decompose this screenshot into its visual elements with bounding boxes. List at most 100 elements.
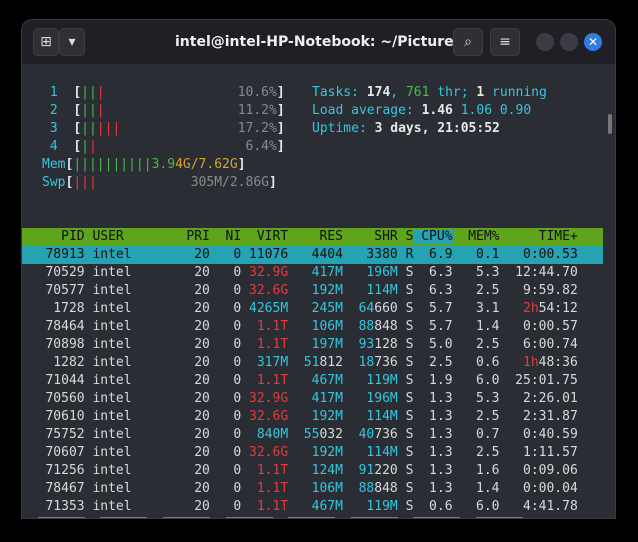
process-row[interactable]: 70577 intel 20 0 32.6G 192M 114M S 6.3 2… <box>22 282 603 300</box>
cell-cpu: 1.3 <box>413 391 453 406</box>
uptime-line: Uptime: 3 days, 21:05:52 <box>312 120 500 138</box>
cell-mem: 1.6 <box>452 463 500 478</box>
process-row[interactable]: 71353 intel 20 0 1.1T 467M 119M S 0.6 6.… <box>22 498 603 516</box>
column-header-ni[interactable]: NI <box>210 229 242 244</box>
fkey-f2: F2 <box>85 517 101 518</box>
process-row[interactable]: 70560 intel 20 0 32.9G 417M 196M S 1.3 5… <box>22 390 603 408</box>
uptime-label: Uptime: <box>312 121 375 136</box>
cell-virt: 32.6G <box>241 283 289 298</box>
cell-pri: 20 <box>139 265 210 280</box>
process-table-header[interactable]: PID USER PRI NI VIRT RES SHR S CPU% MEM%… <box>22 228 603 246</box>
cell-time: 0:09.06 <box>499 463 578 478</box>
cell-user: intel <box>84 427 140 442</box>
function-key-bar: F1Help F2Setup F3SearchF4FilterF5Tree F6… <box>22 516 603 518</box>
cell-time: 1:11.57 <box>499 445 578 460</box>
title-bar: ⊞ ▾ intel@intel-HP-Notebook: ~/Pictures … <box>22 20 615 64</box>
cell-mem-low: 220 <box>374 463 398 478</box>
window-title: intel@intel-HP-Notebook: ~/Pictures <box>174 34 462 50</box>
cell-s: S <box>397 391 414 406</box>
close-button[interactable]: ✕ <box>584 33 602 51</box>
cell-pid: 1282 <box>22 355 85 370</box>
process-row[interactable]: 71044 intel 20 0 1.1T 467M 119M S 1.9 6.… <box>22 372 603 390</box>
process-row[interactable]: 70898 intel 20 0 1.1T 197M 93128 S 5.0 2… <box>22 336 603 354</box>
cpu-bar-user: || <box>81 121 97 136</box>
cell-virt: 32.6G <box>241 409 289 424</box>
cell-res: 192M <box>288 283 343 298</box>
cell-mem-low: 812 <box>319 355 343 370</box>
column-header-pid[interactable]: PID <box>22 229 85 244</box>
search-button[interactable]: ⌕ <box>453 28 483 56</box>
sep <box>453 103 461 118</box>
tasks-label: Tasks: <box>312 85 367 100</box>
maximize-button[interactable] <box>560 33 578 51</box>
htop-screen[interactable]: 1 [||| 10.6%] 2 [||| 11.2%] 3 [||||| 17.… <box>22 64 603 518</box>
fkey-button-nice-[interactable]: Nice - <box>413 517 461 518</box>
cell-cpu: 6.9 <box>413 247 453 262</box>
process-row[interactable]: 1282 intel 20 0 317M 51812 18736 S 2.5 0… <box>22 354 603 372</box>
column-header-time[interactable]: TIME+ <box>500 229 578 244</box>
cell-pri: 20 <box>139 391 210 406</box>
cell-mem: 6.0 <box>452 499 500 514</box>
process-row[interactable]: 70529 intel 20 0 32.9G 417M 196M S 6.3 5… <box>22 264 603 282</box>
cell-shr: 196M <box>342 391 398 406</box>
cell-mem-low: 032 <box>319 427 343 442</box>
fkey-button-search[interactable]: Search <box>162 517 210 518</box>
process-row[interactable]: 78464 intel 20 0 1.1T 106M 88848 S 5.7 1… <box>22 318 603 336</box>
column-header-pri[interactable]: PRI <box>139 229 210 244</box>
cell-ni: 0 <box>209 355 242 370</box>
cell-shr: 93128 <box>343 337 398 352</box>
cell-s: R <box>397 247 414 262</box>
process-row[interactable]: 70607 intel 20 0 32.6G 192M 114M S 1.3 2… <box>22 444 603 462</box>
fkey-button-help[interactable]: Help <box>37 517 85 518</box>
meter-bracket: ] <box>276 85 285 100</box>
threads-label: thr; <box>429 85 477 100</box>
scrollbar-thumb[interactable] <box>608 114 612 134</box>
column-header-user[interactable]: USER <box>85 229 140 244</box>
cell-virt: 1.1T <box>241 499 289 514</box>
meter-bracket: [ <box>73 85 82 100</box>
column-header-shr[interactable]: SHR <box>343 229 398 244</box>
column-header-mem[interactable]: MEM% <box>453 229 499 244</box>
column-header-s[interactable]: S <box>398 229 414 244</box>
running-label: running <box>484 85 547 100</box>
cell-ni: 0 <box>209 337 242 352</box>
process-row[interactable]: 75752 intel 20 0 840M 55032 40736 S 1.3 … <box>22 426 603 444</box>
cell-cpu: 5.7 <box>413 319 453 334</box>
fkey-button-sortby[interactable]: SortBy <box>350 517 398 518</box>
process-row[interactable]: 71256 intel 20 0 1.1T 124M 91220 S 1.3 1… <box>22 462 603 480</box>
cell-ni: 0 <box>209 283 242 298</box>
menu-button[interactable]: ≡ <box>490 28 520 56</box>
process-row[interactable]: 78467 intel 20 0 1.1T 106M 88848 S 1.3 1… <box>22 480 603 498</box>
cell-time-rest: 48:36 <box>538 355 578 370</box>
minimize-button[interactable] <box>536 33 554 51</box>
cell-user: intel <box>84 301 140 316</box>
search-icon: ⌕ <box>464 34 472 50</box>
column-header-virt[interactable]: VIRT <box>241 229 288 244</box>
cell-user: intel <box>84 409 140 424</box>
fkey-button-nice+[interactable]: Nice + <box>476 517 523 518</box>
meter-bracket: [ <box>73 139 82 154</box>
fkey-button-filter[interactable]: Filter <box>225 517 273 518</box>
scrollbar[interactable] <box>603 64 615 518</box>
fkey-button-setup[interactable]: Setup <box>100 517 148 518</box>
process-row-selected[interactable]: 78913 intel 20 0 11076 4404 3380 R 6.9 0… <box>22 246 603 264</box>
process-row[interactable]: 1728 intel 20 0 4265M 245M 64660 S 5.7 3… <box>22 300 603 318</box>
meter-bracket: ] <box>237 157 246 172</box>
process-row[interactable]: 70610 intel 20 0 32.6G 192M 114M S 1.3 2… <box>22 408 603 426</box>
cell-mem: 1.4 <box>452 481 500 496</box>
cell-s: S <box>397 283 414 298</box>
cell-res: 197M <box>288 337 343 352</box>
cpu-bar-user: | <box>81 139 89 154</box>
cell-mem: 2.5 <box>452 445 500 460</box>
column-header-cpu[interactable]: CPU% <box>413 229 453 244</box>
cell-shr: 114M <box>342 283 398 298</box>
cell-s: S <box>397 319 414 334</box>
cell-mem-high: 51 <box>288 355 320 370</box>
close-icon: ✕ <box>587 35 599 49</box>
cell-user: intel <box>84 391 140 406</box>
column-header-res[interactable]: RES <box>288 229 343 244</box>
cell-s: S <box>397 301 414 316</box>
cell-mem-high: 93 <box>342 337 375 352</box>
fkey-button-tree[interactable]: Tree <box>288 517 336 518</box>
cell-virt: 1.1T <box>241 319 289 334</box>
